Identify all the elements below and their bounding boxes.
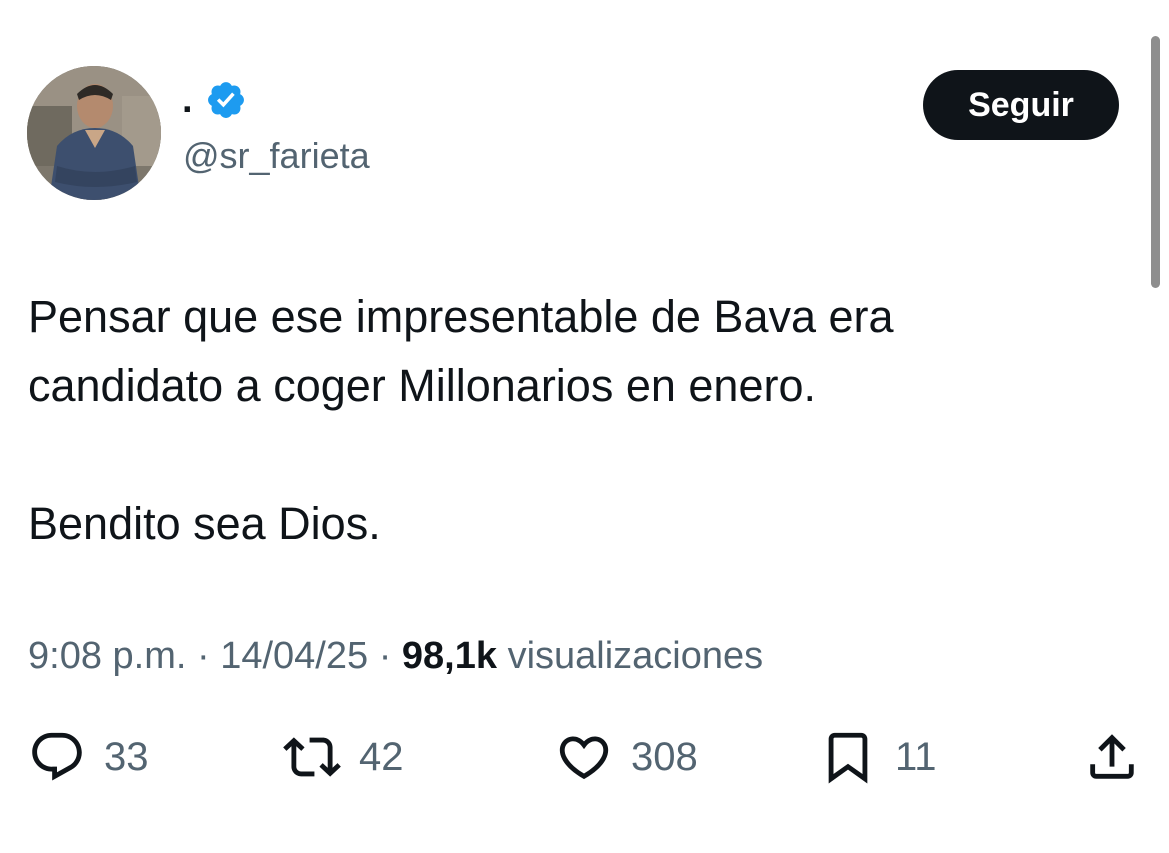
meta-separator: · — [196, 635, 210, 677]
avatar[interactable] — [27, 66, 161, 200]
bookmark-icon — [819, 728, 877, 786]
share-button[interactable] — [1083, 722, 1141, 792]
follow-button[interactable]: Seguir — [923, 70, 1119, 140]
bookmark-count: 11 — [895, 735, 937, 779]
scrollbar[interactable] — [1151, 36, 1160, 288]
tweet-body: Pensar que ese impresentable de Bava era… — [28, 282, 1128, 558]
like-button[interactable]: 308 — [555, 722, 698, 792]
repost-icon — [283, 728, 341, 786]
tweet-meta: 9:08 p.m. · 14/04/25 · 98,1k visualizaci… — [28, 630, 763, 682]
tweet-page: . @sr_farieta Seguir Pensar que ese impr… — [0, 0, 1169, 853]
reply-button[interactable]: 33 — [28, 722, 149, 792]
tweet-text-line: candidato a coger Millonarios en enero. — [28, 360, 816, 411]
share-icon — [1083, 728, 1141, 786]
verified-badge-icon[interactable] — [205, 79, 247, 121]
repost-button[interactable]: 42 — [283, 722, 404, 792]
reply-icon — [28, 728, 86, 786]
meta-separator: · — [378, 635, 392, 677]
action-bar: 33 42 308 11 — [0, 722, 1169, 792]
reply-count: 33 — [104, 735, 149, 779]
tweet-date[interactable]: 14/04/25 — [220, 635, 368, 677]
avatar-photo-icon — [27, 66, 161, 200]
heart-icon — [555, 728, 613, 786]
tweet-time[interactable]: 9:08 p.m. — [28, 635, 186, 677]
author-display-name[interactable]: . — [182, 81, 193, 119]
author-handle[interactable]: @sr_farieta — [183, 138, 370, 174]
repost-count: 42 — [359, 735, 404, 779]
like-count: 308 — [631, 735, 698, 779]
tweet-text-line: Bendito sea Dios. — [28, 498, 381, 549]
views-label: visualizaciones — [507, 635, 764, 677]
author-name-row: . — [182, 72, 247, 128]
bookmark-button[interactable]: 11 — [819, 722, 937, 792]
tweet-text-line: Pensar que ese impresentable de Bava era — [28, 291, 894, 342]
views-count: 98,1k — [401, 635, 497, 677]
